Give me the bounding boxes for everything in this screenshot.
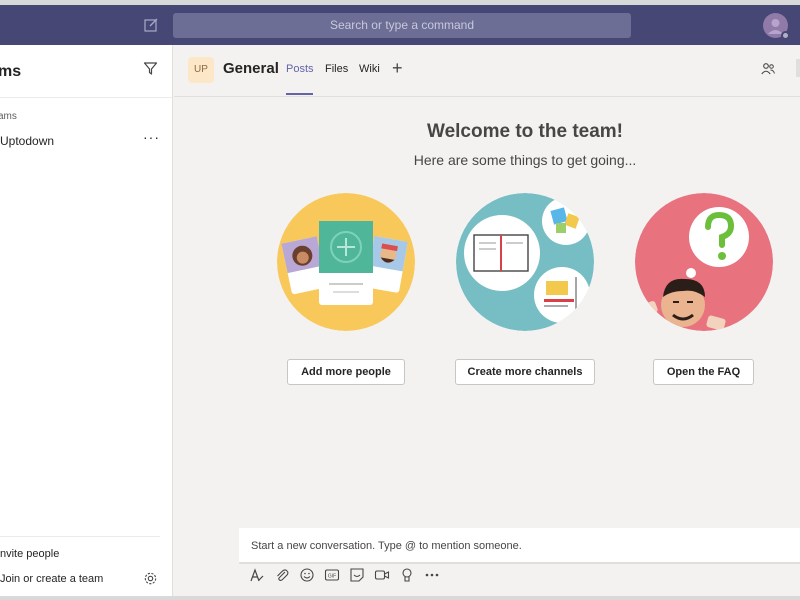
svg-text:GIF: GIF <box>328 574 336 580</box>
compose-box[interactable]: Start a new conversation. Type @ to ment… <box>239 528 800 564</box>
create-more-channels-button[interactable]: Create more channels <box>455 359 595 385</box>
active-tab-indicator <box>286 93 313 95</box>
more-options-icon[interactable] <box>424 567 440 583</box>
channel-header: UP General Posts Files Wiki + <box>174 45 800 97</box>
teams-list-pane: ms ams Uptodown ··· nvite people Join or… <box>0 45 173 596</box>
gear-icon[interactable] <box>143 571 158 586</box>
divider <box>0 97 172 98</box>
header-edge <box>796 59 800 77</box>
team-more-options-button[interactable]: ··· <box>143 129 160 145</box>
add-tab-button[interactable]: + <box>392 58 403 79</box>
new-chat-icon[interactable] <box>143 17 159 33</box>
search-input[interactable]: Search or type a command <box>173 13 631 38</box>
teams-pane-title: ms <box>0 63 22 80</box>
add-more-people-button[interactable]: Add more people <box>287 359 405 385</box>
your-teams-label: ams <box>0 111 17 122</box>
tab-wiki[interactable]: Wiki <box>359 63 380 75</box>
add-people-illustration <box>277 193 415 331</box>
praise-icon[interactable] <box>399 567 415 583</box>
team-members-icon[interactable] <box>760 61 776 77</box>
team-item-uptodown[interactable]: Uptodown <box>0 134 54 148</box>
faq-illustration <box>635 193 773 331</box>
divider <box>0 536 160 537</box>
emoji-icon[interactable] <box>299 567 315 583</box>
tab-files[interactable]: Files <box>325 63 348 75</box>
compose-input[interactable]: Start a new conversation. Type @ to ment… <box>251 540 522 552</box>
gif-icon[interactable]: GIF <box>324 567 340 583</box>
open-faq-button[interactable]: Open the FAQ <box>653 359 754 385</box>
presence-status-icon <box>781 31 790 40</box>
invite-people-link[interactable]: nvite people <box>0 548 59 560</box>
team-avatar: UP <box>188 57 214 83</box>
tab-posts[interactable]: Posts <box>286 63 314 75</box>
channel-name: General <box>223 60 279 77</box>
top-bar: Search or type a command <box>0 5 800 45</box>
format-icon[interactable] <box>249 567 265 583</box>
join-or-create-team-link[interactable]: Join or create a team <box>0 573 103 585</box>
channels-illustration <box>456 193 594 331</box>
sticker-icon[interactable] <box>349 567 365 583</box>
filter-icon[interactable] <box>143 61 158 76</box>
attach-icon[interactable] <box>274 567 290 583</box>
welcome-subtitle: Here are some things to get going... <box>413 152 637 168</box>
teams-window: Search or type a command ms ams Uptodown… <box>0 5 800 596</box>
user-avatar[interactable] <box>763 13 790 40</box>
welcome-title: Welcome to the team! <box>426 121 624 142</box>
meet-now-icon[interactable] <box>374 567 390 583</box>
